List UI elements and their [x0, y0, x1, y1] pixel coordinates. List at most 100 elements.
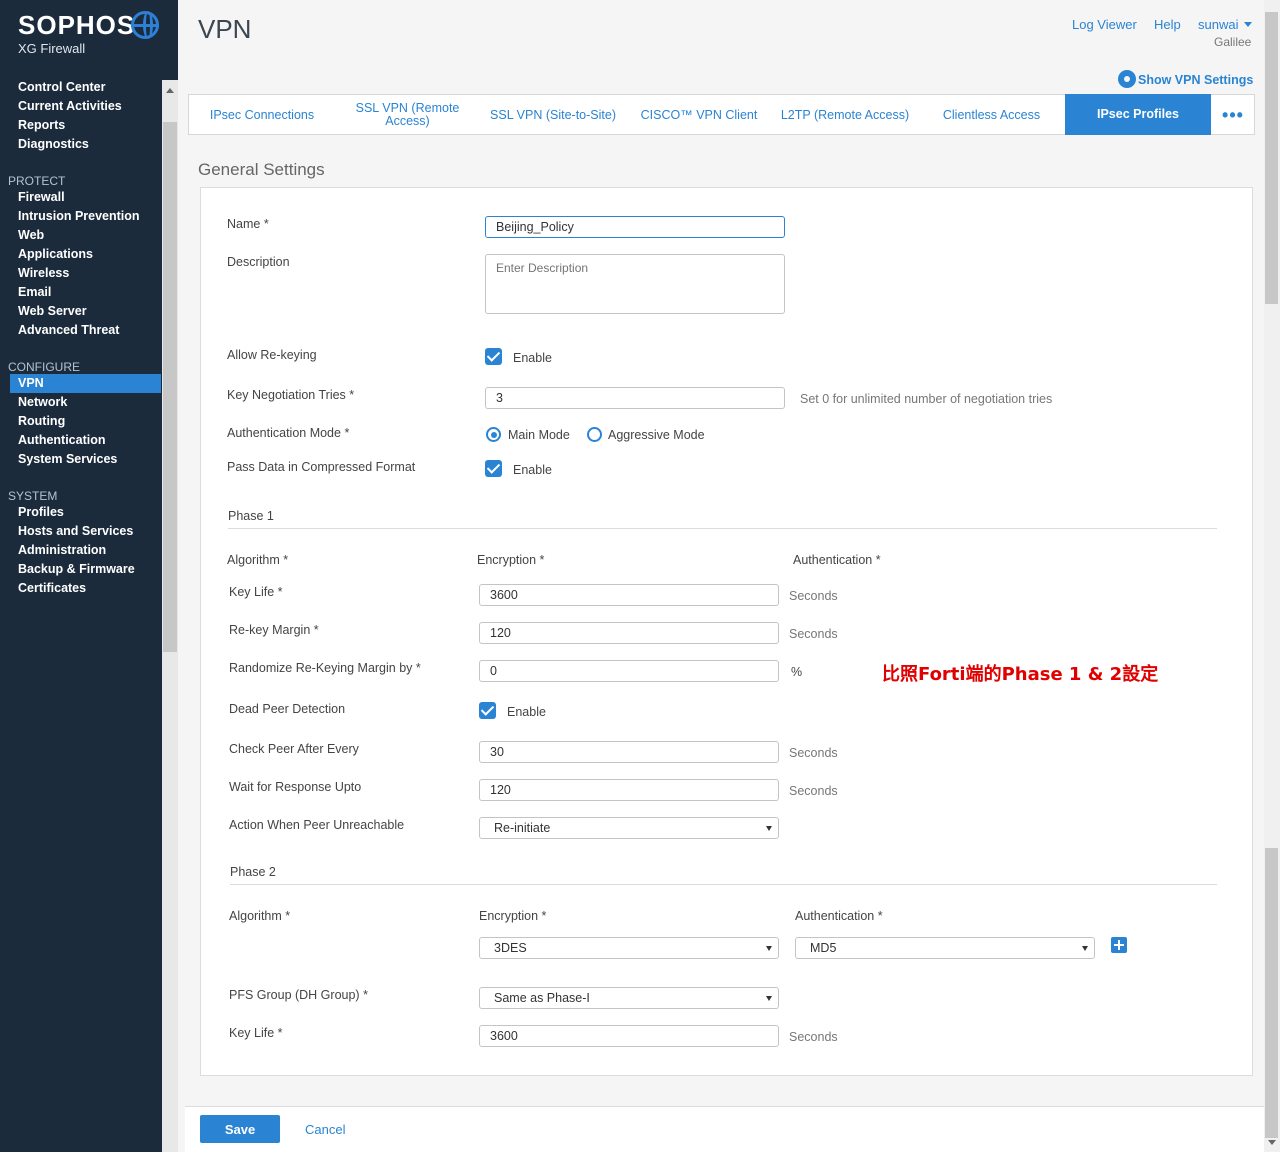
phase1-key-life-label: Key Life *: [229, 585, 283, 599]
phase2-encryption-select[interactable]: 3DES: [479, 937, 779, 959]
check-peer-unit: Seconds: [789, 746, 838, 760]
aggressive-mode-label: Aggressive Mode: [608, 428, 705, 442]
add-algorithm-plus-icon[interactable]: [1111, 937, 1127, 953]
phase2-authentication-label: Authentication *: [795, 909, 883, 923]
pfs-group-value: Same as Phase-I: [494, 991, 590, 1005]
aggressive-mode-radio[interactable]: [587, 427, 602, 442]
red-annotation: 比照Forti端的Phase 1 & 2設定: [882, 664, 1159, 685]
sidebar-item-email[interactable]: Email: [10, 283, 161, 302]
sidebar-item-administration[interactable]: Administration: [10, 541, 161, 560]
check-peer-field[interactable]: [479, 741, 779, 763]
phase2-key-life-field[interactable]: [479, 1025, 779, 1047]
compress-enable-label: Enable: [513, 463, 552, 477]
sidebar: SOPHOS XG Firewall Control Center Curren…: [0, 0, 178, 1152]
sidebar-item-hosts-services[interactable]: Hosts and Services: [10, 522, 161, 541]
phase1-key-life-unit: Seconds: [789, 589, 838, 603]
key-negotiation-label: Key Negotiation Tries *: [227, 388, 355, 402]
show-vpn-settings-label: Show VPN Settings: [1138, 73, 1254, 87]
tab-ssl-vpn-site[interactable]: SSL VPN (Site-to-Site): [480, 95, 626, 135]
phase2-encryption-value: 3DES: [494, 941, 527, 955]
log-viewer-link[interactable]: Log Viewer: [1072, 17, 1137, 32]
sidebar-item-control-center[interactable]: Control Center: [10, 78, 161, 97]
rekey-margin-label: Re-key Margin *: [229, 623, 319, 637]
main-scrollbar[interactable]: [1264, 0, 1280, 1152]
sidebar-item-diagnostics[interactable]: Diagnostics: [10, 135, 161, 154]
wait-response-label: Wait for Response Upto: [229, 780, 362, 794]
sidebar-item-current-activities[interactable]: Current Activities: [10, 97, 161, 116]
sidebar-item-network[interactable]: Network: [10, 393, 161, 412]
compress-checkbox[interactable]: [485, 460, 502, 477]
description-field[interactable]: [485, 254, 785, 314]
help-link[interactable]: Help: [1154, 17, 1181, 32]
more-tabs-button[interactable]: •••: [1211, 95, 1255, 135]
sidebar-item-web-server[interactable]: Web Server: [10, 302, 161, 321]
wait-response-field[interactable]: [479, 779, 779, 801]
show-vpn-settings-link[interactable]: Show VPN Settings: [1120, 72, 1253, 87]
tab-clientless-access[interactable]: Clientless Access: [918, 95, 1065, 135]
phase2-title: Phase 2: [230, 865, 276, 879]
rekey-margin-field[interactable]: [479, 622, 779, 644]
sidebar-item-web[interactable]: Web: [10, 226, 161, 245]
page-title: VPN: [198, 14, 252, 44]
phase1-key-life-field[interactable]: [479, 584, 779, 606]
sidebar-item-firewall[interactable]: Firewall: [10, 188, 161, 207]
peer-unreachable-label: Action When Peer Unreachable: [229, 818, 405, 832]
sophos-logo[interactable]: SOPHOS XG Firewall: [18, 10, 159, 56]
product-name: XG Firewall: [18, 41, 86, 56]
compress-label: Pass Data in Compressed Format: [227, 460, 416, 474]
dpd-checkbox[interactable]: [479, 702, 496, 719]
sidebar-item-intrusion-prevention[interactable]: Intrusion Prevention: [10, 207, 161, 226]
tab-l2tp[interactable]: L2TP (Remote Access): [772, 95, 918, 135]
pfs-group-select[interactable]: Same as Phase-I: [479, 987, 779, 1009]
dpd-enable-label: Enable: [507, 705, 546, 719]
scroll-up-icon[interactable]: [166, 88, 174, 93]
sidebar-section-system: SYSTEM: [8, 489, 58, 503]
sidebar-item-advanced-threat[interactable]: Advanced Threat: [10, 321, 161, 340]
tab-ipsec-profiles[interactable]: IPsec Profiles: [1065, 94, 1211, 135]
phase1-algorithm-label: Algorithm *: [227, 553, 289, 567]
sidebar-nav: Control Center Current Activities Report…: [0, 78, 162, 1152]
main-scroll-thumb[interactable]: [1265, 12, 1278, 304]
allow-rekey-checkbox[interactable]: [485, 348, 502, 365]
sidebar-scroll-thumb[interactable]: [163, 122, 177, 652]
sidebar-item-applications[interactable]: Applications: [10, 245, 161, 264]
dpd-label: Dead Peer Detection: [229, 702, 346, 716]
user-menu[interactable]: sunwai: [1198, 17, 1253, 32]
tab-ssl-vpn-remote[interactable]: SSL VPN (Remote Access): [335, 95, 480, 135]
main-scroll-thumb-lower[interactable]: [1265, 848, 1278, 1138]
randomize-unit: %: [791, 665, 803, 679]
phase2-authentication-value: MD5: [810, 941, 837, 955]
vpn-tabbar: IPsec Connections SSL VPN (Remote Access…: [188, 94, 1255, 135]
pfs-group-label: PFS Group (DH Group) *: [229, 988, 368, 1002]
sidebar-item-certificates[interactable]: Certificates: [10, 579, 161, 598]
sidebar-item-vpn[interactable]: VPN: [10, 374, 161, 393]
sidebar-item-authentication[interactable]: Authentication: [10, 431, 161, 450]
sidebar-item-reports[interactable]: Reports: [10, 116, 161, 135]
phase2-authentication-select[interactable]: MD5: [795, 937, 1095, 959]
caret-down-icon: [1244, 22, 1253, 27]
main-mode-label: Main Mode: [508, 428, 570, 442]
key-negotiation-hint: Set 0 for unlimited number of negotiatio…: [800, 392, 1053, 406]
footer-bar: [185, 1106, 1264, 1152]
save-button[interactable]: Save: [200, 1115, 280, 1143]
main-mode-radio[interactable]: [486, 427, 501, 442]
sidebar-scrollbar[interactable]: [162, 80, 178, 1152]
sidebar-section-configure: CONFIGURE: [8, 360, 80, 374]
name-field[interactable]: [485, 216, 785, 238]
tab-cisco-vpn-client[interactable]: CISCO™ VPN Client: [626, 95, 772, 135]
scroll-down-icon[interactable]: [1268, 1140, 1276, 1145]
sidebar-item-routing[interactable]: Routing: [10, 412, 161, 431]
gear-icon: [1120, 72, 1134, 86]
randomize-field[interactable]: [479, 660, 779, 682]
sidebar-item-backup-firmware[interactable]: Backup & Firmware: [10, 560, 161, 579]
brand-name: SOPHOS: [18, 10, 136, 40]
cancel-button[interactable]: Cancel: [305, 1122, 345, 1137]
sidebar-item-system-services[interactable]: System Services: [10, 450, 161, 469]
name-label: Name *: [227, 217, 269, 231]
key-negotiation-field[interactable]: [485, 387, 785, 409]
peer-unreachable-select[interactable]: Re-initiate: [479, 817, 779, 839]
sidebar-item-profiles[interactable]: Profiles: [10, 503, 161, 522]
sidebar-item-wireless[interactable]: Wireless: [10, 264, 161, 283]
user-name: sunwai: [1198, 17, 1239, 32]
tab-ipsec-connections[interactable]: IPsec Connections: [189, 95, 335, 135]
